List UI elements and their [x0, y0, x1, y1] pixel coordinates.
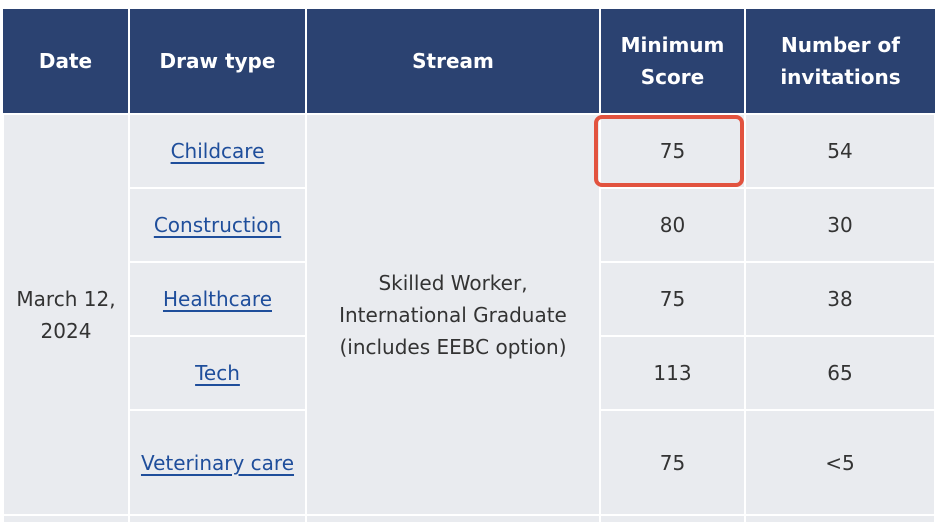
date-cell: March 12, 2024	[2, 113, 130, 516]
invitations-cell: 38	[744, 261, 936, 337]
partial-cell	[305, 514, 601, 524]
draw-type-link-healthcare[interactable]: Healthcare	[163, 287, 272, 311]
header-stream: Stream	[305, 9, 601, 114]
stream-cell: Skilled Worker, International Graduate (…	[305, 113, 601, 516]
minimum-score-cell: 80	[599, 187, 746, 263]
draw-type-link-veterinary-care[interactable]: Veterinary care	[141, 451, 294, 475]
invitations-cell: 54	[744, 113, 936, 189]
partial-cell	[599, 514, 746, 524]
draw-type-link-construction[interactable]: Construction	[154, 213, 281, 237]
draw-type-cell: Veterinary care	[128, 409, 307, 516]
draw-type-link-tech[interactable]: Tech	[195, 361, 240, 385]
header-minimum-score: Minimum Score	[599, 9, 746, 114]
invitations-cell: 65	[744, 335, 936, 411]
partial-cell	[744, 514, 936, 524]
partial-cell	[2, 514, 130, 524]
minimum-score-cell: 75	[599, 409, 746, 516]
header-draw-type: Draw type	[128, 9, 307, 114]
minimum-score-cell: 75	[599, 113, 746, 189]
minimum-score-cell: 113	[599, 335, 746, 411]
minimum-score-cell: 75	[599, 261, 746, 337]
draws-table: Date Draw type Stream Minimum Score Numb…	[2, 9, 936, 524]
invitations-cell: <5	[744, 409, 936, 516]
draw-type-cell: Childcare	[128, 113, 307, 189]
header-invitations: Number of invitations	[744, 9, 935, 114]
draw-type-cell: Tech	[128, 335, 307, 411]
table-row-partial	[2, 514, 936, 524]
draw-type-link-childcare[interactable]: Childcare	[171, 139, 265, 163]
partial-cell	[128, 514, 307, 524]
invitations-cell: 30	[744, 187, 936, 263]
draw-type-cell: Healthcare	[128, 261, 307, 337]
header-date: Date	[3, 9, 130, 114]
draw-type-cell: Construction	[128, 187, 307, 263]
table-row: March 12, 2024 Childcare Skilled Worker,…	[2, 113, 936, 516]
draws-table-container: Date Draw type Stream Minimum Score Numb…	[2, 9, 936, 524]
table-header-row: Date Draw type Stream Minimum Score Numb…	[3, 9, 935, 114]
